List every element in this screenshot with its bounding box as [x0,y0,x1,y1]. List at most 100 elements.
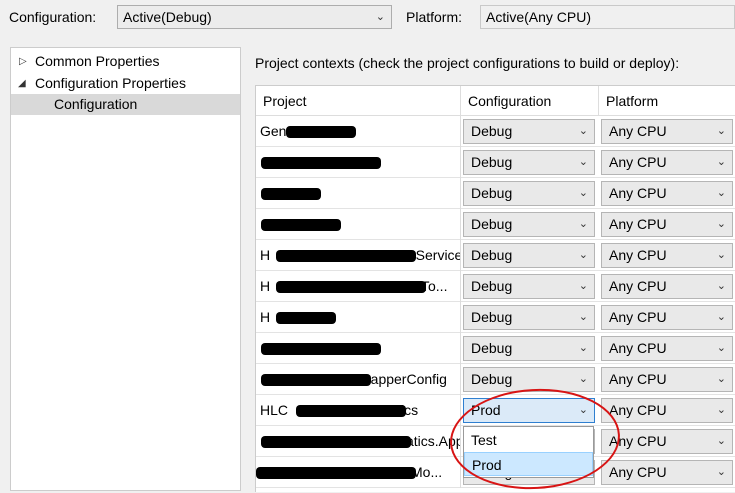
platform-dropdown[interactable]: Any CPU ⌄ [601,212,733,237]
project-name-cell: atics.Applicati... [256,426,461,457]
chevron-down-icon: ⌄ [578,218,588,230]
platform-dropdown[interactable]: Any CPU ⌄ [601,243,733,268]
table-row: Debug ⌄ Any CPU ⌄ [256,333,735,364]
project-name-cell: HLC ics [256,395,461,426]
platform-dropdown[interactable]: Any CPU ⌄ [601,336,733,361]
redaction-mark [276,281,426,293]
table-row: Debug ⌄ Any CPU ⌄ [256,209,735,240]
configuration-value: Debug [471,309,513,325]
configuration-value: Debug [471,123,513,139]
project-name-cell [256,147,461,178]
chevron-down-icon: ⌄ [578,373,588,385]
chevron-down-icon: ⌄ [578,125,588,137]
chevron-down-icon: ⌄ [716,311,726,323]
platform-value: Any CPU [609,154,667,170]
platform-select-value: Active(Any CPU) [486,9,592,25]
chevron-down-icon: ⌄ [716,404,726,416]
table-row: Debug ⌄ Any CPU ⌄ [256,178,735,209]
platform-value: Any CPU [609,247,667,263]
configuration-dropdown[interactable]: Debug ⌄ [463,305,595,330]
platform-value: Any CPU [609,464,667,480]
platform-dropdown[interactable]: Any CPU ⌄ [601,367,733,392]
tree-item-configuration[interactable]: Configuration [11,94,240,115]
chevron-down-icon: ⌄ [716,342,726,354]
expand-triangle-icon[interactable]: ▷ [19,51,27,72]
configuration-select-value: Active(Debug) [123,9,212,25]
chevron-down-icon: ⌄ [578,311,588,323]
project-name-suffix: rapperConfig [366,371,447,387]
chevron-down-icon: ⌄ [716,466,726,478]
chevron-down-icon: ⌄ [716,249,726,261]
tree-item-common-properties[interactable]: ▷ Common Properties [11,51,240,72]
configuration-dropdown[interactable]: Debug ⌄ [463,181,595,206]
column-header-project: Project [256,86,461,116]
column-header-configuration: Configuration [461,86,599,116]
chevron-down-icon: ⌄ [578,156,588,168]
configuration-value: Debug [471,216,513,232]
platform-dropdown[interactable]: Any CPU ⌄ [601,274,733,299]
project-name-prefix: H [260,278,271,294]
project-name-cell: HrService [256,240,461,271]
table-row: Debug ⌄ Any CPU ⌄ [256,147,735,178]
project-name-prefix: Gen [260,123,287,139]
configuration-dropdown[interactable]: Debug ⌄ [463,243,595,268]
platform-dropdown[interactable]: Any CPU ⌄ [601,460,733,485]
redaction-mark [256,467,416,479]
chevron-down-icon: ⌄ [716,187,726,199]
configuration-value: Debug [471,185,513,201]
project-name-prefix: H [260,247,271,263]
collapse-triangle-icon[interactable]: ◢ [18,73,26,94]
platform-value: Any CPU [609,185,667,201]
platform-value: Any CPU [609,402,667,418]
redaction-mark [261,157,381,169]
configuration-dropdown[interactable]: Debug ⌄ [463,274,595,299]
project-name-cell: H To... [256,271,461,302]
redaction-mark [276,312,336,324]
chevron-down-icon: ⌄ [716,125,726,137]
project-name-prefix: HLC [260,402,289,418]
platform-dropdown[interactable]: Any CPU ⌄ [601,150,733,175]
platform-label: Platform: [406,9,463,25]
tree-item-label: Configuration Properties [35,75,186,91]
configuration-dropdown[interactable]: Debug ⌄ [463,336,595,361]
project-name-cell: Gen [256,116,461,147]
project-name-cell [256,178,461,209]
redaction-mark [261,374,371,386]
configuration-dropdown[interactable]: Debug ⌄ [463,150,595,175]
chevron-down-icon: ⌄ [578,187,588,199]
redaction-mark [296,405,406,417]
project-name-suffix: Mo... [411,464,443,480]
platform-dropdown[interactable]: Any CPU ⌄ [601,181,733,206]
platform-dropdown[interactable]: Any CPU ⌄ [601,398,733,423]
project-name-suffix: rService [411,247,461,263]
chevron-down-icon: ⌄ [716,218,726,230]
configuration-value: Debug [471,247,513,263]
project-name-cell [256,333,461,364]
redaction-mark [261,343,381,355]
project-name-cell: rapperConfig [256,364,461,395]
platform-value: Any CPU [609,123,667,139]
platform-value: Any CPU [609,371,667,387]
tree-item-configuration-properties[interactable]: ◢ Configuration Properties [11,73,240,94]
platform-select: Active(Any CPU) [480,5,735,29]
configuration-select[interactable]: Active(Debug) ⌄ [117,5,392,29]
configuration-value: Debug [471,278,513,294]
redaction-mark [261,436,411,448]
platform-dropdown[interactable]: Any CPU ⌄ [601,119,733,144]
table-row: rapperConfig Debug ⌄ Any CPU ⌄ [256,364,735,395]
redaction-mark [261,188,321,200]
configuration-value: Debug [471,154,513,170]
configuration-dropdown[interactable]: Debug ⌄ [463,212,595,237]
configuration-dropdown[interactable]: Debug ⌄ [463,119,595,144]
platform-dropdown[interactable]: Any CPU ⌄ [601,305,733,330]
table-row: H Debug ⌄ Any CPU ⌄ [256,302,735,333]
configuration-value: Debug [471,371,513,387]
redaction-mark [276,250,416,262]
chevron-down-icon: ⌄ [716,280,726,292]
configuration-value: Debug [471,340,513,356]
project-name-prefix: H [260,309,271,325]
platform-value: Any CPU [609,216,667,232]
platform-dropdown[interactable]: Any CPU ⌄ [601,429,733,454]
chevron-down-icon: ⌄ [716,373,726,385]
platform-value: Any CPU [609,309,667,325]
